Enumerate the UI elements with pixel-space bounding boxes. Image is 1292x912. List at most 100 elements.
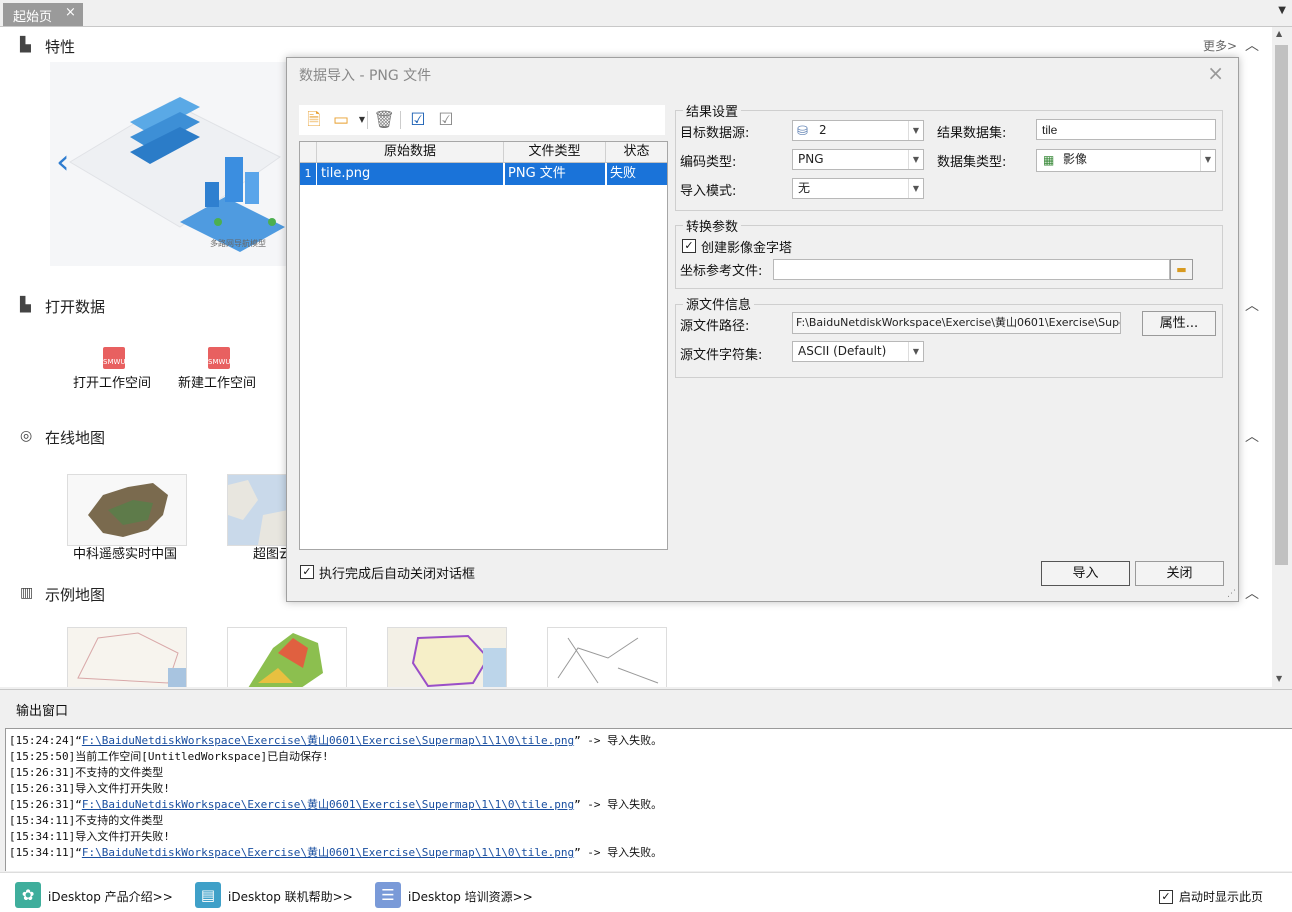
column-header-type[interactable]: 文件类型 xyxy=(504,142,606,163)
show-on-start-checkbox[interactable]: ✓ xyxy=(1159,890,1173,904)
tab-list-dropdown-icon[interactable]: ▼ xyxy=(1278,5,1286,16)
log-line: [15:26:31]导入文件打开失败! xyxy=(9,780,170,796)
log-message: 当前工作空间[UntitledWorkspace]已自动保存! xyxy=(75,750,329,763)
close-icon[interactable]: × xyxy=(65,5,76,20)
log-timestamp: [15:34:11] xyxy=(9,846,76,859)
online-help-icon[interactable]: ▤ xyxy=(195,882,221,908)
source-path-field[interactable]: F:\BaiduNetdiskWorkspace\Exercise\黄山0601… xyxy=(792,312,1121,334)
chevron-down-icon[interactable]: ▼ xyxy=(1200,150,1215,171)
column-header-source[interactable]: 原始数据 xyxy=(317,142,504,163)
log-line: [15:34:11]导入文件打开失败! xyxy=(9,828,170,844)
sample-map-3[interactable] xyxy=(387,627,507,687)
source-file-table: 原始数据 文件类型 状态 1 tile.png PNG 文件 失败 xyxy=(299,141,668,550)
pyramid-label: 创建影像金字塔 xyxy=(701,241,793,256)
carousel-prev-icon[interactable]: ‹ xyxy=(56,142,70,182)
properties-button[interactable]: 属性... xyxy=(1142,311,1216,336)
import-mode-value: 无 xyxy=(798,181,811,195)
encoding-value: PNG xyxy=(798,152,824,166)
sample-map-2[interactable] xyxy=(227,627,347,687)
add-folder-icon[interactable]: ▭ xyxy=(330,109,352,131)
sample-maps-title: 示例地图 xyxy=(45,586,106,604)
log-line: [15:24:24]“F:\BaiduNetdiskWorkspace\Exer… xyxy=(9,732,662,748)
diagram-caption: 多路网导航模型 xyxy=(210,239,266,248)
dataset-type-select[interactable]: ▦ 影像 ▼ xyxy=(1036,149,1216,172)
log-file-link[interactable]: F:\BaiduNetdiskWorkspace\Exercise\黄山0601… xyxy=(82,798,574,811)
result-dataset-label: 结果数据集: xyxy=(937,126,1007,141)
more-link[interactable]: 更多> xyxy=(1203,37,1237,54)
scroll-down-icon[interactable]: ▼ xyxy=(1276,674,1282,683)
pyramid-checkbox[interactable]: ✓ xyxy=(682,239,696,253)
log-message: 不支持的文件类型 xyxy=(75,766,164,779)
auto-close-label: 执行完成后自动关闭对话框 xyxy=(319,567,476,582)
column-header-status[interactable]: 状态 xyxy=(606,142,667,163)
target-datasource-select[interactable]: ⛁ 2 ▼ xyxy=(792,120,924,141)
log-prefix: “ xyxy=(75,734,82,747)
add-file-icon[interactable]: 🗎 xyxy=(303,109,325,131)
china-remote-sensing-label[interactable]: 中科遥感实时中国 xyxy=(73,543,177,562)
import-mode-select[interactable]: 无 ▼ xyxy=(792,178,924,199)
invert-select-icon[interactable]: ☑ xyxy=(435,109,457,131)
product-intro-link[interactable]: iDesktop 产品介绍>> xyxy=(48,888,173,905)
browse-folder-icon[interactable]: ▬ xyxy=(1170,259,1193,280)
resize-grip-icon[interactable]: ⋰ xyxy=(1227,589,1236,599)
document-icon: ▙ xyxy=(20,297,31,313)
auto-close-checkbox[interactable]: ✓ xyxy=(300,565,314,579)
new-workspace-button[interactable]: SMWU 新建工作空间 xyxy=(175,345,259,391)
sample-map-4[interactable] xyxy=(547,627,667,687)
new-workspace-icon: SMWU xyxy=(208,347,231,369)
training-icon[interactable]: ☰ xyxy=(375,882,401,908)
log-timestamp: [15:25:50] xyxy=(9,750,76,763)
online-maps-title: 在线地图 xyxy=(45,429,106,447)
sample-map-1[interactable] xyxy=(67,627,187,687)
collapse-features-icon[interactable]: ︿ xyxy=(1245,35,1259,55)
scroll-up-icon[interactable]: ▲ xyxy=(1276,29,1282,38)
coord-ref-label: 坐标参考文件: xyxy=(680,264,763,279)
start-page-footer: ✿ iDesktop 产品介绍>> ▤ iDesktop 联机帮助>> ☰ iD… xyxy=(0,872,1292,912)
charset-select[interactable]: ASCII (Default) ▼ xyxy=(792,341,924,362)
chevron-down-icon[interactable]: ▼ xyxy=(908,342,923,361)
output-log[interactable]: [15:24:24]“F:\BaiduNetdiskWorkspace\Exer… xyxy=(5,728,1292,871)
collapse-online-maps-icon[interactable]: ︿ xyxy=(1245,426,1259,446)
close-button[interactable]: 关闭 xyxy=(1135,561,1224,586)
open-workspace-button[interactable]: SMWU 打开工作空间 xyxy=(70,345,154,391)
collapse-open-data-icon[interactable]: ︿ xyxy=(1245,295,1259,315)
supermap-cloud-thumbnail[interactable] xyxy=(227,474,289,546)
dataset-type-label: 数据集类型: xyxy=(937,155,1007,170)
log-line: [15:25:50]当前工作空间[UntitledWorkspace]已自动保存… xyxy=(9,748,329,764)
scrollbar-thumb[interactable] xyxy=(1275,45,1288,565)
features-title: 特性 xyxy=(45,38,76,56)
new-workspace-label: 新建工作空间 xyxy=(178,376,257,391)
select-all-icon[interactable]: ☑ xyxy=(407,109,429,131)
collapse-sample-maps-icon[interactable]: ︿ xyxy=(1245,583,1259,603)
log-timestamp: [15:34:11] xyxy=(9,814,76,827)
import-button[interactable]: 导入 xyxy=(1041,561,1130,586)
log-timestamp: [15:26:31] xyxy=(9,782,76,795)
chevron-down-icon[interactable]: ▼ xyxy=(351,109,373,131)
sample-map-3-art xyxy=(411,634,506,687)
china-remote-sensing-thumbnail[interactable] xyxy=(67,474,187,546)
chevron-down-icon[interactable]: ▼ xyxy=(908,150,923,169)
import-mode-label: 导入模式: xyxy=(680,184,737,199)
charset-value: ASCII (Default) xyxy=(798,344,887,358)
encoding-label: 编码类型: xyxy=(680,155,737,170)
result-dataset-input[interactable] xyxy=(1036,119,1216,140)
tab-start-page-label: 起始页 xyxy=(13,10,53,25)
chevron-down-icon[interactable]: ▼ xyxy=(908,121,923,140)
log-timestamp: [15:26:31] xyxy=(9,798,76,811)
log-line: [15:26:31]“F:\BaiduNetdiskWorkspace\Exer… xyxy=(9,796,662,812)
encoding-select[interactable]: PNG ▼ xyxy=(792,149,924,170)
product-intro-icon[interactable]: ✿ xyxy=(15,882,41,908)
tab-start-page[interactable]: 起始页 × xyxy=(3,3,83,26)
source-path-label: 源文件路径: xyxy=(680,319,750,334)
delete-icon[interactable]: 🗑 xyxy=(373,109,395,131)
close-icon[interactable]: × xyxy=(1207,61,1224,85)
sample-map-4-art xyxy=(557,637,659,684)
coord-ref-input[interactable] xyxy=(773,259,1170,280)
log-file-link[interactable]: F:\BaiduNetdiskWorkspace\Exercise\黄山0601… xyxy=(82,846,574,859)
training-link[interactable]: iDesktop 培训资源>> xyxy=(408,888,533,905)
chevron-down-icon[interactable]: ▼ xyxy=(908,179,923,198)
online-help-link[interactable]: iDesktop 联机帮助>> xyxy=(228,888,353,905)
row-status: 失败 xyxy=(606,163,667,185)
row-index: 1 xyxy=(300,163,316,185)
log-file-link[interactable]: F:\BaiduNetdiskWorkspace\Exercise\黄山0601… xyxy=(82,734,574,747)
